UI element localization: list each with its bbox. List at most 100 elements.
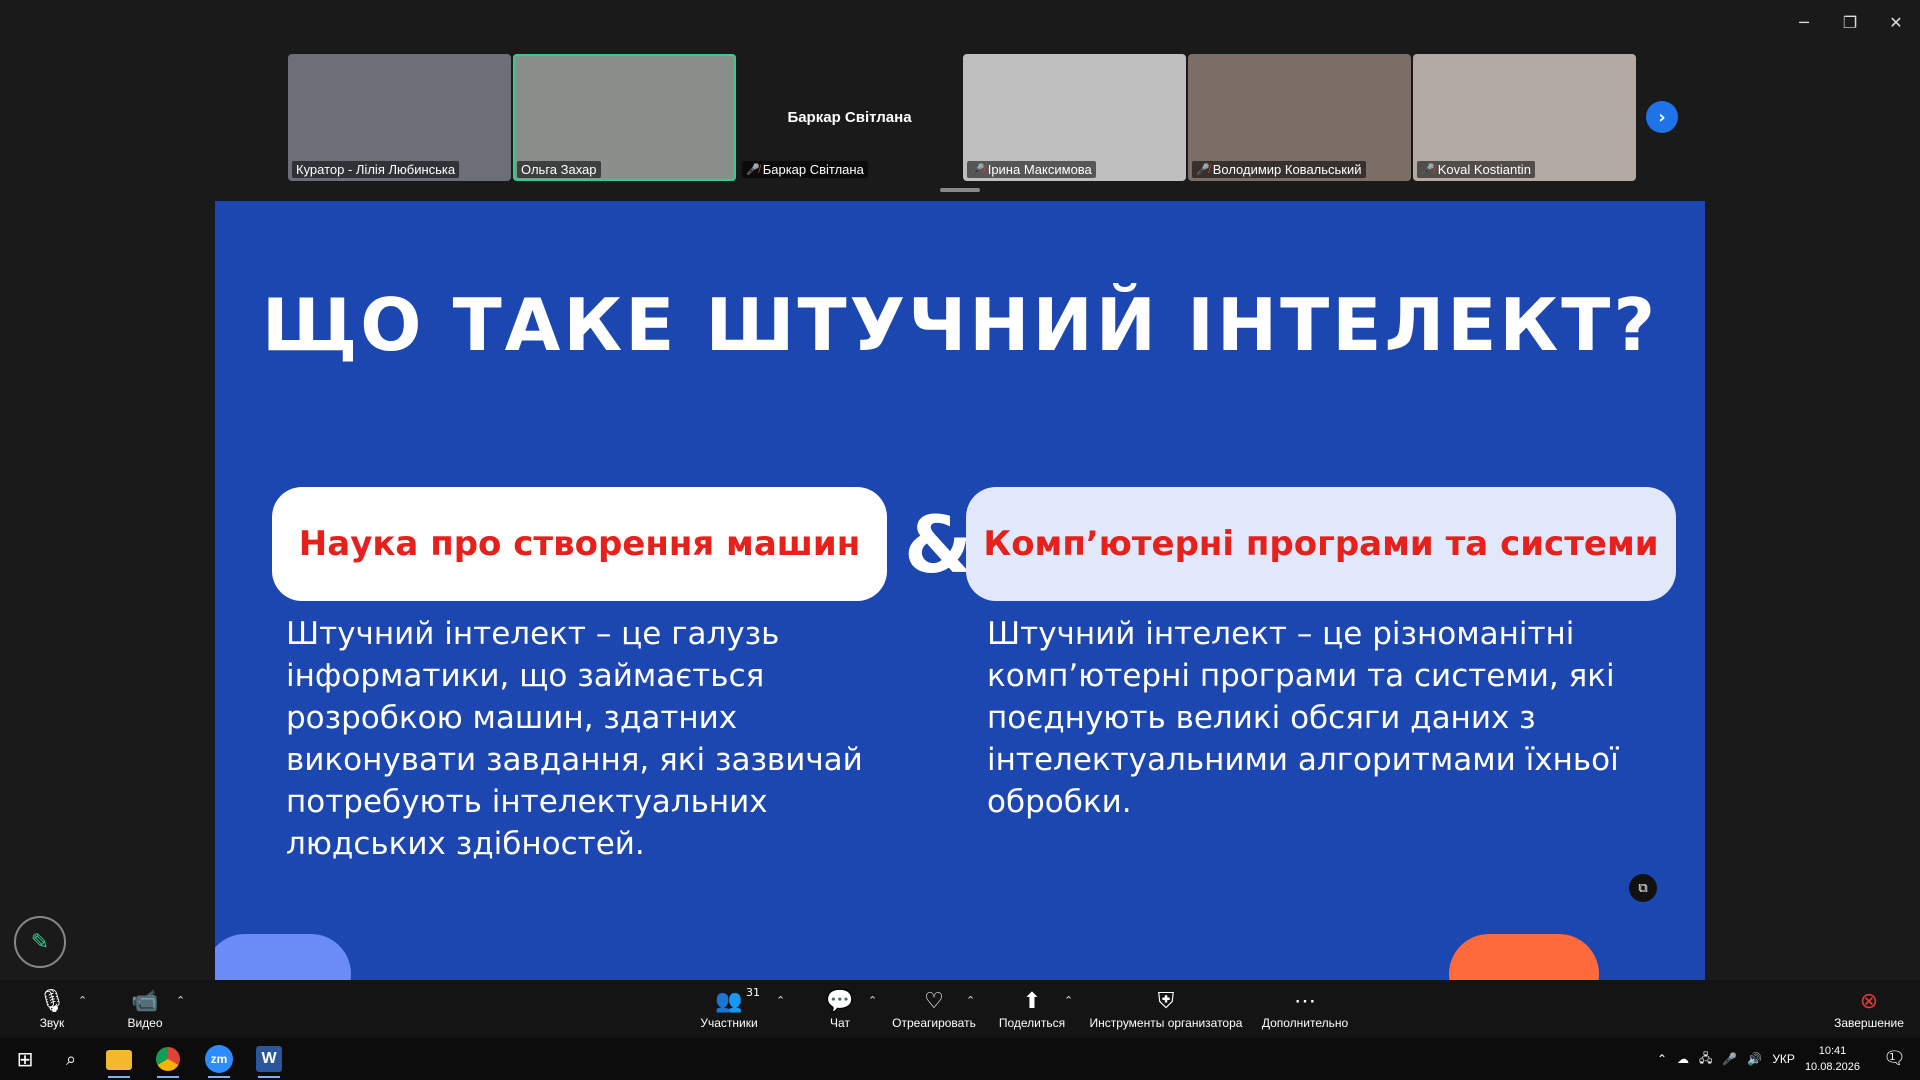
heart-icon: ♡ (924, 988, 944, 1013)
windows-taskbar: ⊞ ⌕ zm W ⌃ ☁ 🖧 🎤 🔊 УКР 10:41 10.08.2026 … (0, 1038, 1920, 1080)
show-hidden-icons-icon[interactable]: ⌃ (1657, 1052, 1667, 1066)
active-app-indicator (157, 1076, 179, 1078)
left-card: Наука про створення машин (272, 487, 887, 601)
active-app-indicator (108, 1076, 130, 1078)
restore-button[interactable]: ❐ (1834, 8, 1866, 36)
participants-icon: 👥 (715, 988, 743, 1013)
close-button[interactable]: ✕ (1880, 8, 1912, 36)
decor-blob-left (215, 934, 351, 980)
participant-name: Куратор - Лілія Любинська (296, 162, 456, 177)
audio-label: Звук (39, 1016, 65, 1030)
right-card-label: Комп’ютерні програми та системи (983, 524, 1659, 564)
share-options-caret[interactable]: ⌃ (1064, 994, 1073, 1007)
window-controls: ─ ❐ ✕ (1788, 8, 1912, 36)
video-camera-icon: 📹 (131, 988, 159, 1013)
participant-tile[interactable]: Куратор - Лілія Любинська (288, 54, 511, 181)
participant-name-label: 🎤̸ Koval Kostiantin (1417, 161, 1535, 178)
participant-name-label: 🎤̸ Ірина Максимова (967, 161, 1096, 178)
shared-screen-slide: ЩО ТАКЕ ШТУЧНИЙ ІНТЕЛЕКТ? Наука про ство… (215, 201, 1705, 980)
mic-muted-icon: 🎤̸ (746, 164, 760, 176)
system-tray: ⌃ ☁ 🖧 🎤 🔊 УКР 10:41 10.08.2026 (1657, 1038, 1860, 1080)
zoom-app-icon[interactable]: zm (205, 1045, 233, 1073)
video-label: Видео (127, 1016, 163, 1030)
end-meeting-button[interactable]: ⊗ Завершение (1832, 980, 1906, 1038)
share-label: Поделиться (998, 1016, 1066, 1030)
react-label: Отреагировать (892, 1016, 976, 1030)
react-options-caret[interactable]: ⌃ (966, 994, 975, 1007)
view-options-icon[interactable]: ⧉ (1629, 874, 1657, 902)
participants-count: 31 (746, 986, 760, 999)
participant-tile[interactable]: 🎤̸ Ірина Максимова (963, 54, 1186, 181)
participant-name: Ірина Максимова (987, 162, 1092, 177)
participant-name-label: Ольга Захар (517, 161, 601, 178)
right-card: Комп’ютерні програми та системи (966, 487, 1676, 601)
participant-name: Володимир Ковальський (1212, 162, 1362, 177)
file-explorer-icon[interactable] (106, 1050, 132, 1070)
clock[interactable]: 10:41 10.08.2026 (1805, 1043, 1860, 1075)
windows-start-icon[interactable]: ⊞ (10, 1044, 40, 1074)
microphone-tray-icon[interactable]: 🎤 (1722, 1052, 1737, 1066)
chevron-right-icon: › (1658, 106, 1666, 128)
mic-muted-icon: 🎤̸ (1421, 164, 1435, 176)
minimize-button[interactable]: ─ (1788, 8, 1820, 36)
participant-tile-active-speaker[interactable]: Ольга Захар (513, 54, 736, 181)
participant-name-label: Куратор - Лілія Любинська (292, 161, 460, 178)
chat-options-caret[interactable]: ⌃ (868, 994, 877, 1007)
chrome-icon[interactable] (156, 1047, 180, 1071)
volume-icon[interactable]: 🔊 (1747, 1052, 1762, 1066)
word-app-icon[interactable]: W (256, 1046, 282, 1072)
participant-display-name: Баркар Світлана (787, 109, 912, 126)
video-options-caret[interactable]: ⌃ (176, 994, 185, 1007)
ampersand: & (904, 501, 973, 591)
decor-blob-right (1449, 934, 1599, 980)
clock-date: 10.08.2026 (1804, 1061, 1860, 1073)
share-screen-button[interactable]: ⬆ Поделиться (996, 980, 1068, 1038)
chat-bubble-icon: 💬 (826, 988, 854, 1013)
left-card-label: Наука про створення машин (298, 524, 861, 564)
host-tools-button[interactable]: ⛨ Инструменты организатора (1088, 980, 1244, 1038)
language-indicator[interactable]: УКР (1772, 1052, 1795, 1066)
active-app-indicator (258, 1076, 280, 1078)
chat-button[interactable]: 💬 Чат (820, 980, 860, 1038)
search-icon[interactable]: ⌕ (56, 1044, 86, 1074)
more-dots-icon: ⋯ (1294, 988, 1316, 1013)
participant-name: Koval Kostiantin (1437, 162, 1531, 177)
participants-options-caret[interactable]: ⌃ (776, 994, 785, 1007)
shield-icon: ⛨ (1157, 988, 1175, 1013)
end-meeting-icon: ⊗ (1859, 988, 1879, 1013)
notifications-button[interactable]: 🗨 1 (1883, 1048, 1906, 1069)
participants-strip: Куратор - Лілія Любинська Ольга Захар Ба… (288, 54, 1638, 181)
next-participants-button[interactable]: › (1646, 101, 1678, 133)
participant-name: Ольга Захар (521, 162, 597, 177)
share-screen-icon: ⬆ (1022, 988, 1042, 1013)
participant-name: Баркар Світлана (762, 162, 864, 177)
participant-name-label: 🎤̸ Баркар Світлана (742, 161, 868, 178)
strip-resize-handle[interactable] (940, 188, 980, 192)
mic-muted-icon: 🎤̸ (971, 164, 985, 176)
audio-options-caret[interactable]: ⌃ (78, 994, 87, 1007)
audio-button[interactable]: 🎙 Звук (30, 980, 74, 1038)
active-app-indicator (208, 1076, 230, 1078)
pencil-icon: ✎ (30, 929, 50, 955)
clock-time: 10:41 (1818, 1045, 1847, 1057)
participants-label: Участники (700, 1016, 758, 1030)
participant-name-label: 🎤̸ Володимир Ковальський (1192, 161, 1366, 178)
right-description: Штучний інтелект – це різноманітні комп’… (987, 616, 1619, 820)
video-button[interactable]: 📹 Видео (120, 980, 170, 1038)
participant-tile[interactable]: 🎤̸ Koval Kostiantin (1413, 54, 1636, 181)
annotate-pencil-button[interactable]: ✎ (14, 916, 66, 968)
microphone-icon: 🎙 (38, 988, 66, 1013)
chat-label: Чат (830, 1016, 850, 1030)
end-label: Завершение (1834, 1016, 1904, 1030)
mic-muted-icon: 🎤̸ (1196, 164, 1210, 176)
onedrive-icon[interactable]: ☁ (1677, 1052, 1689, 1066)
participant-tile[interactable]: Баркар Світлана 🎤̸ Баркар Світлана (738, 54, 961, 181)
more-button[interactable]: ⋯ Дополнительно (1260, 980, 1350, 1038)
network-icon[interactable]: 🖧 (1699, 1049, 1712, 1070)
participant-tile[interactable]: 🎤̸ Володимир Ковальський (1188, 54, 1411, 181)
left-description: Штучний інтелект – це галузь інформатики… (286, 616, 863, 862)
notification-count: 1 (1889, 1052, 1896, 1063)
more-label: Дополнительно (1261, 1016, 1349, 1030)
slide-title: ЩО ТАКЕ ШТУЧНИЙ ІНТЕЛЕКТ? (261, 283, 1659, 367)
react-button[interactable]: ♡ Отреагировать (890, 980, 978, 1038)
